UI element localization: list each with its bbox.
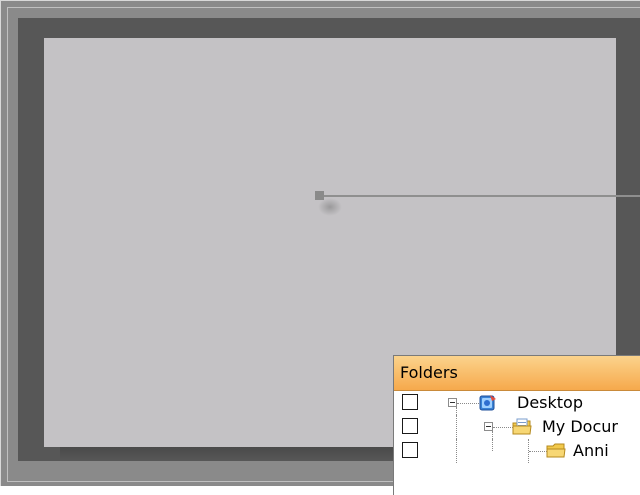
my-documents-collapse-icon[interactable] [484,422,493,431]
my-documents-icon [512,418,532,435]
tree-connector [456,439,457,463]
tree-connector [456,407,457,415]
tree-item-anni[interactable]: Anni [394,439,640,463]
my-documents-label: My Docur [542,417,618,436]
anni-checkbox[interactable] [402,442,418,458]
tree-item-desktop[interactable]: Desktop [394,391,640,415]
tree-connector [456,415,457,439]
tree-connector [492,439,493,451]
desktop-label: Desktop [517,393,583,412]
connector-dot-shadow [318,198,342,216]
desktop-icon [479,395,496,411]
tree-connector [493,427,513,428]
anni-label: Anni [573,441,609,460]
connector-handle[interactable] [315,191,324,200]
desktop-checkbox[interactable] [402,394,418,410]
folders-panel-title: Folders [394,356,640,391]
folders-panel: Folders Desktop My Docur Anni [393,355,640,495]
folder-icon [546,443,566,458]
tree-item-my-documents[interactable]: My Docur [394,415,640,439]
my-documents-checkbox[interactable] [402,418,418,434]
connector-line [320,195,640,197]
desktop-collapse-icon[interactable] [448,398,457,407]
tree-connector [457,403,479,404]
tree-connector [492,431,493,439]
